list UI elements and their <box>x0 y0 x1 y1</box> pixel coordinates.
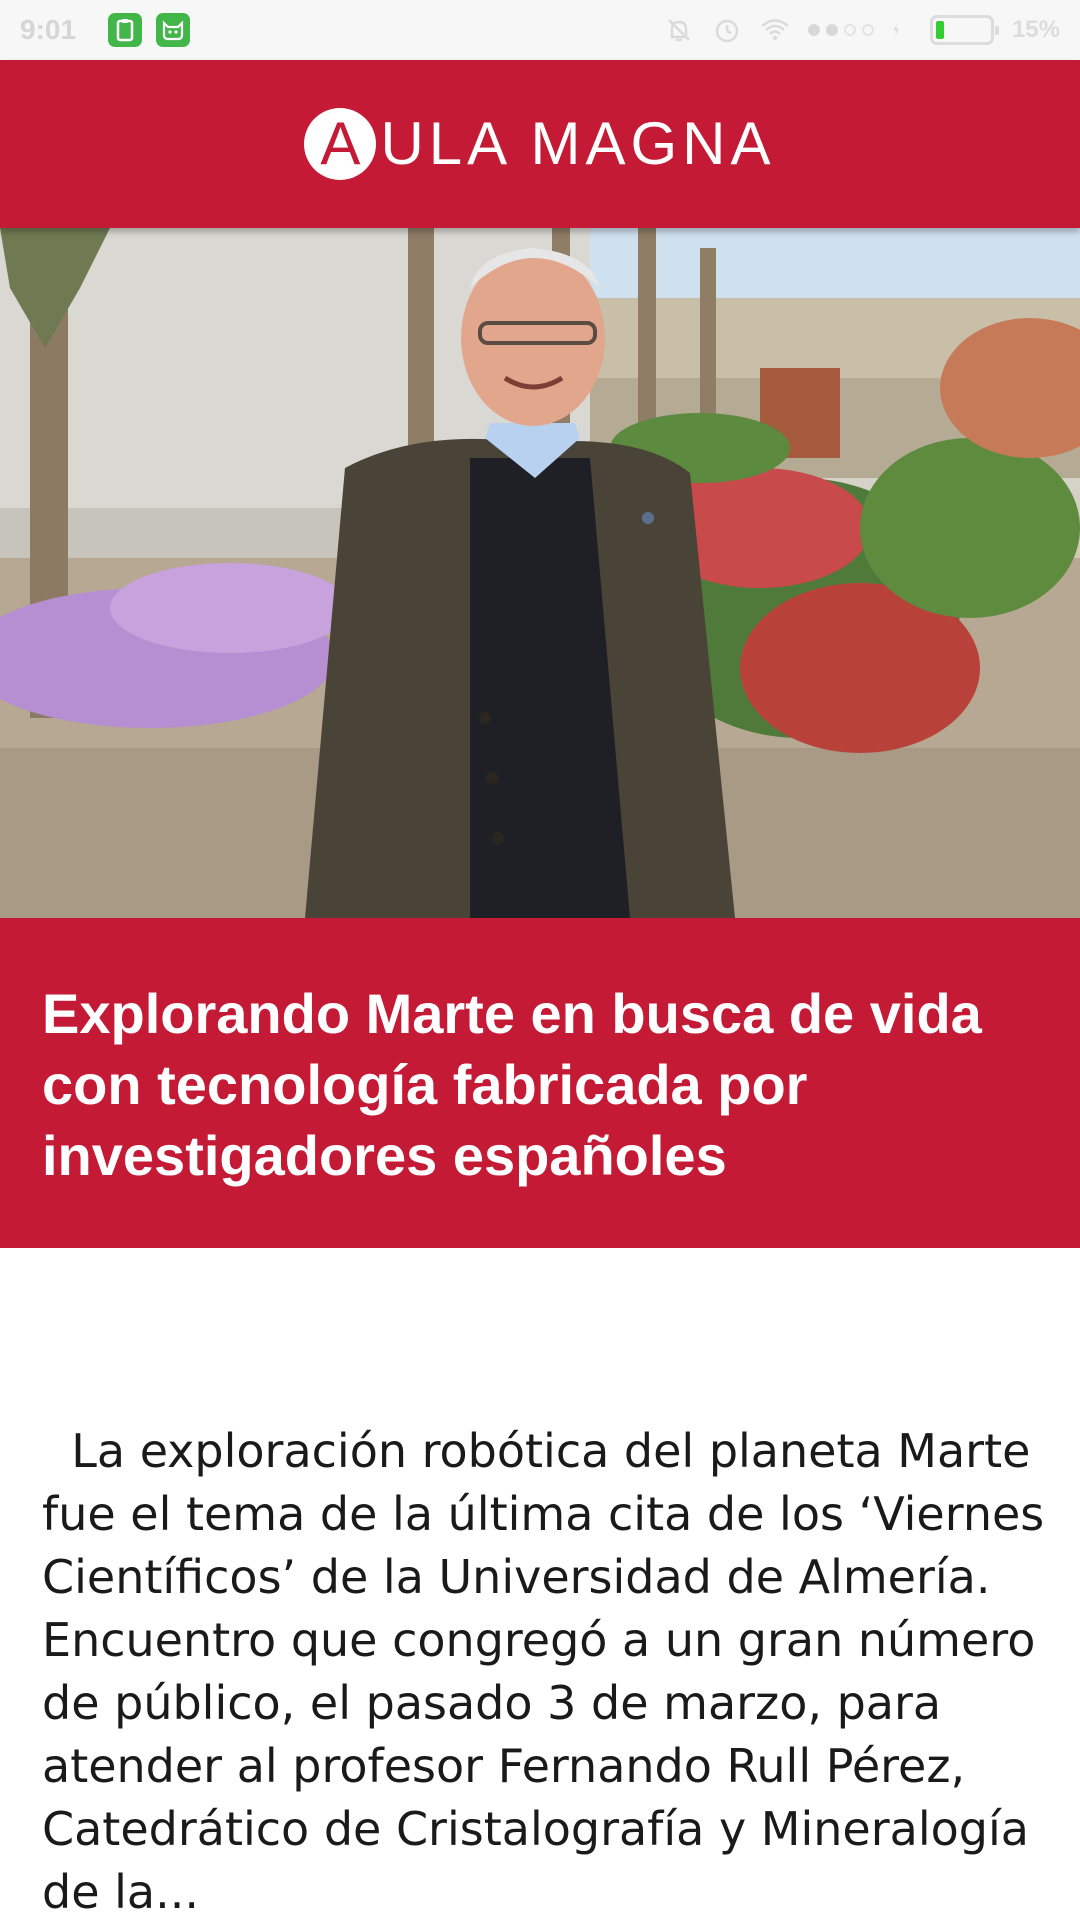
article-hero-image[interactable] <box>0 228 1080 918</box>
battery-percentage: 15% <box>1011 16 1060 43</box>
wifi-icon <box>761 19 789 41</box>
man-in-garden-photo <box>0 228 1080 918</box>
article-excerpt[interactable]: La exploración robótica del planeta Mart… <box>42 1420 1052 1924</box>
alarm-off-icon <box>668 19 690 42</box>
cat-app-icon <box>156 13 191 47</box>
alarm-clock-icon <box>715 19 739 43</box>
status-indicators: 15% <box>664 15 1060 45</box>
charging-icon <box>893 23 899 37</box>
app-header: A ULA MAGNA <box>0 60 1080 228</box>
status-bar: 9:01 15% <box>0 0 1080 60</box>
article-title[interactable]: Explorando Marte en busca de vida con te… <box>42 978 1038 1191</box>
clipboard-icon <box>108 13 143 47</box>
status-time: 9:01 <box>20 14 77 45</box>
aula-magna-logo[interactable]: A ULA MAGNA <box>304 108 775 180</box>
battery-level-fill <box>935 21 944 39</box>
article-title-band[interactable]: Explorando Marte en busca de vida con te… <box>0 918 1080 1248</box>
logo-letter: A <box>304 108 377 180</box>
logo-text: ULA MAGNA <box>380 110 776 177</box>
signal-icon <box>807 24 874 36</box>
battery-icon <box>929 15 999 45</box>
